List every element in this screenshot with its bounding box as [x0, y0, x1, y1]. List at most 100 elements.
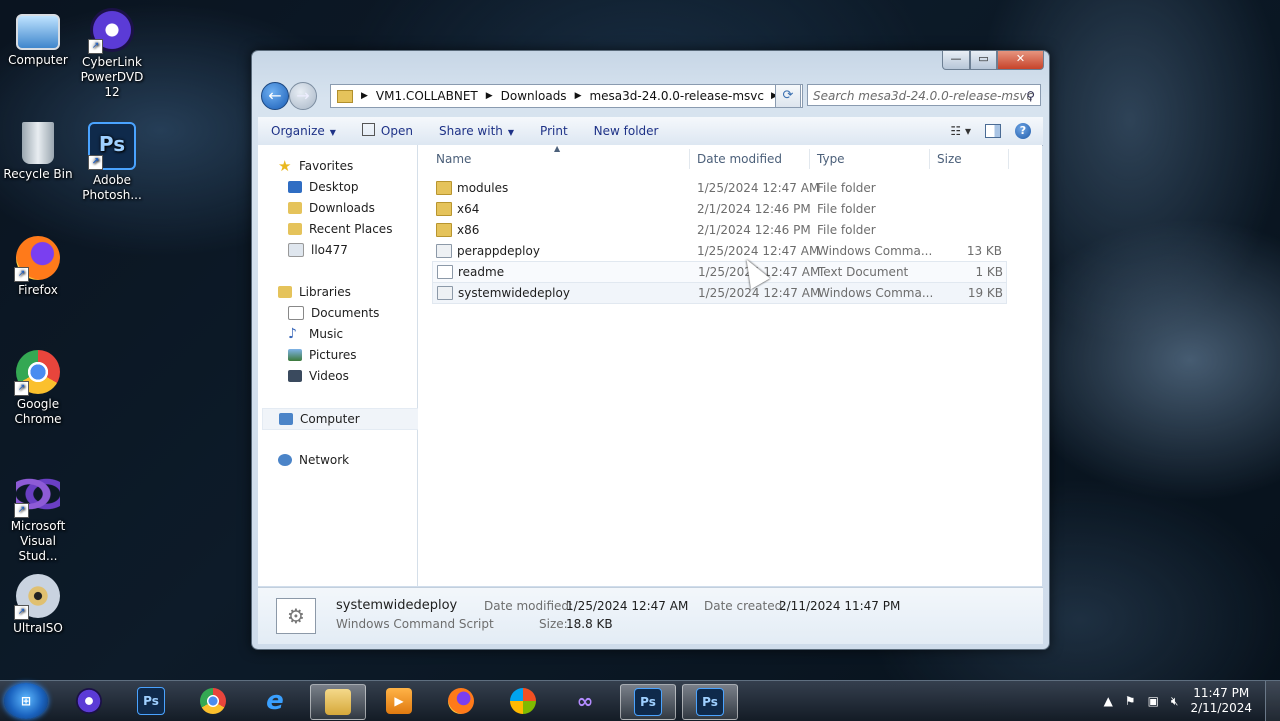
view-options-icon[interactable]: ☷ ▾ [950, 124, 971, 138]
photoshop-icon: Ps [634, 688, 662, 716]
computer-icon [279, 413, 293, 425]
taskbar-photoshop-2[interactable]: Ps [620, 684, 676, 720]
script-gear-icon [437, 286, 453, 300]
file-name: readme [458, 265, 505, 279]
file-row[interactable]: x64 2/1/2024 12:46 PM File folder [432, 199, 1005, 219]
internet-explorer-icon: e [266, 686, 284, 716]
nav-label: Network [299, 453, 350, 467]
new-folder-button[interactable]: New folder [581, 117, 672, 145]
network-status-icon[interactable]: ▣ [1148, 694, 1159, 708]
taskbar-media-player[interactable]: ▶ [372, 684, 426, 718]
file-row[interactable]: x86 2/1/2024 12:46 PM File folder [432, 220, 1005, 240]
search-placeholder: Search mesa3d-24.0.0-release-msvc [813, 89, 1034, 103]
nav-documents[interactable]: Documents [288, 303, 379, 323]
forward-button[interactable]: → [289, 82, 317, 110]
taskbar-visual-studio[interactable]: ∞ [558, 684, 612, 718]
breadcrumb-downloads[interactable]: Downloads [501, 89, 567, 103]
desktop-icon-visual-studio[interactable]: ↗ Microsoft Visual Stud... [0, 472, 76, 564]
taskbar: ⊞ Ps e ▶ ∞ Ps Ps ▲ ⚑ ▣ 🔇︎ 11:47 PM 2/11/… [0, 680, 1280, 721]
nav-desktop[interactable]: Desktop [288, 177, 359, 197]
column-date-modified[interactable]: Date modified [697, 152, 782, 166]
search-input[interactable]: Search mesa3d-24.0.0-release-msvc ⚲ [807, 84, 1041, 106]
chevron-right-icon[interactable]: ▶ [575, 91, 582, 101]
share-with-button[interactable]: Share with ▼ [426, 117, 527, 145]
minimize-button[interactable]: — [942, 51, 970, 70]
details-file-name: systemwidedeploy [336, 598, 458, 613]
preview-pane-icon[interactable] [985, 124, 1001, 138]
desktop-icon-chrome[interactable]: ↗ Google Chrome [0, 350, 76, 427]
taskbar-photoshop[interactable]: Ps [124, 684, 178, 718]
folder-icon [337, 89, 353, 103]
organize-button[interactable]: Organize ▼ [258, 117, 349, 145]
navigation-bar: ← → ▶ VM1.COLLABNET ▶ Downloads ▶ mesa3d… [258, 81, 1043, 111]
breadcrumb-mesa3d[interactable]: mesa3d-24.0.0-release-msvc [589, 89, 764, 103]
desktop-icon-photoshop[interactable]: Ps ↗ Adobe Photosh... [74, 122, 150, 203]
command-bar: Organize ▼ Open Share with ▼ Print New fol… [258, 117, 1043, 146]
taskbar-windows-explorer[interactable] [310, 684, 366, 720]
details-size-label: Size: [539, 617, 568, 631]
nav-downloads[interactable]: Downloads [288, 198, 375, 218]
taskbar-windows-logo-app[interactable] [496, 684, 550, 718]
column-type[interactable]: Type [817, 152, 845, 166]
file-type: File folder [817, 181, 876, 195]
maximize-button[interactable]: ▭ [970, 51, 997, 70]
breadcrumb-vm1[interactable]: VM1.COLLABNET [376, 89, 478, 103]
taskbar-firefox[interactable] [434, 684, 488, 718]
search-icon[interactable]: ⚲ [1026, 85, 1035, 107]
file-type: Windows Comma... [817, 244, 933, 258]
nav-libraries[interactable]: Libraries [278, 282, 351, 302]
taskbar-internet-explorer[interactable]: e [248, 684, 302, 718]
desktop-icon-ultraiso[interactable]: ↗ UltraISO [0, 574, 76, 636]
desktop-icon-powerdvd[interactable]: ↗ CyberLink PowerDVD 12 [74, 8, 150, 100]
nav-network[interactable]: Network [278, 450, 349, 470]
chrome-icon: ↗ [14, 350, 60, 396]
nav-label: llo477 [311, 243, 348, 257]
show-hidden-icons-icon[interactable]: ▲ [1104, 694, 1113, 708]
desktop-icon-computer[interactable]: Computer [0, 10, 76, 68]
volume-muted-icon[interactable]: 🔇︎ [1171, 694, 1179, 709]
nav-videos[interactable]: Videos [288, 366, 349, 386]
chevron-right-icon[interactable]: ▶ [486, 91, 493, 101]
column-name[interactable]: Name [436, 152, 471, 166]
photoshop-icon: Ps ↗ [88, 122, 136, 170]
organize-label: Organize [271, 124, 325, 138]
nav-music[interactable]: ♪ Music [288, 324, 343, 344]
nav-label: Computer [300, 412, 360, 426]
file-row[interactable]: systemwidedeploy 1/25/2024 12:47 AM Wind… [432, 282, 1007, 304]
nav-pictures[interactable]: Pictures [288, 345, 357, 365]
nav-favorites[interactable]: ★ Favorites [278, 156, 353, 176]
nav-computer[interactable]: Computer [262, 408, 430, 430]
chevron-right-icon[interactable]: ▶ [361, 91, 368, 101]
nav-recent-places[interactable]: Recent Places [288, 219, 392, 239]
action-center-flag-icon[interactable]: ⚑ [1125, 694, 1136, 708]
file-name: perappdeploy [457, 244, 540, 258]
explorer-window[interactable]: — ▭ ✕ ← → ▶ VM1.COLLABNET ▶ Downloads ▶ … [251, 50, 1050, 650]
firefox-icon [448, 688, 474, 714]
file-row[interactable]: modules 1/25/2024 12:47 AM File folder [432, 178, 1005, 198]
file-row[interactable]: perappdeploy 1/25/2024 12:47 AM Windows … [432, 241, 1005, 261]
refresh-button[interactable]: ⟳ [775, 84, 801, 108]
back-button[interactable]: ← [261, 82, 289, 110]
media-player-icon: ▶ [386, 688, 412, 714]
help-icon[interactable]: ? [1015, 123, 1031, 139]
open-button[interactable]: Open [349, 117, 426, 145]
taskbar-chrome[interactable] [186, 684, 240, 718]
nav-user[interactable]: llo477 [288, 240, 348, 260]
desktop-icon-firefox[interactable]: ↗ Firefox [0, 236, 76, 298]
nav-label: Favorites [299, 159, 354, 173]
taskbar-powerdvd[interactable] [62, 684, 116, 718]
photoshop-icon: Ps [696, 688, 724, 716]
file-name: modules [457, 181, 509, 195]
start-button[interactable]: ⊞ [4, 683, 48, 719]
column-size[interactable]: Size [937, 152, 962, 166]
taskbar-photoshop-3[interactable]: Ps [682, 684, 738, 720]
close-button[interactable]: ✕ [997, 51, 1044, 70]
script-gear-icon: ⚙ [276, 598, 316, 634]
print-button[interactable]: Print [527, 117, 581, 145]
show-desktop-button[interactable] [1265, 681, 1280, 721]
clock[interactable]: 11:47 PM 2/11/2024 [1190, 686, 1252, 716]
address-bar[interactable]: ▶ VM1.COLLABNET ▶ Downloads ▶ mesa3d-24.… [330, 84, 803, 108]
details-date-modified: 1/25/2024 12:47 AM [566, 599, 689, 613]
file-row[interactable]: readme 1/25/2024 12:47 AM Text Document … [432, 261, 1007, 283]
desktop-icon-recycle-bin[interactable]: Recycle Bin [0, 122, 76, 182]
